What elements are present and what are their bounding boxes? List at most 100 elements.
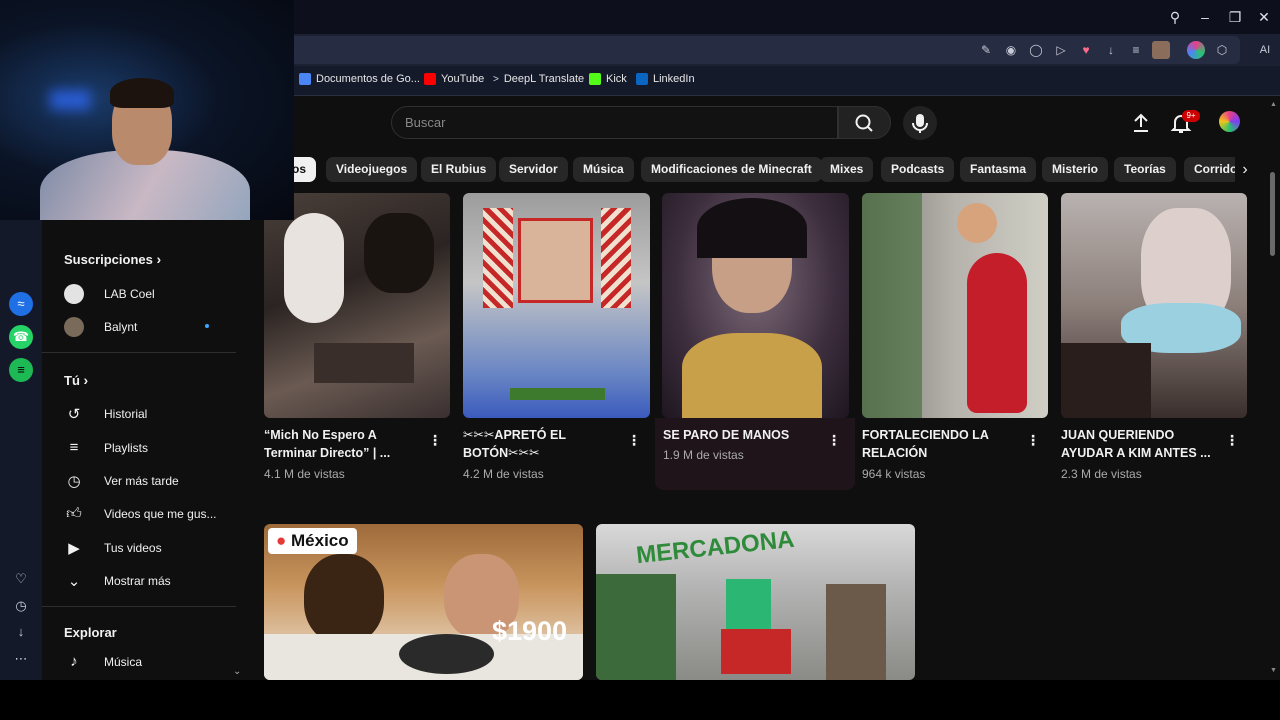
spotify-icon[interactable]: ≡ bbox=[9, 358, 33, 382]
thumbnail-figure bbox=[721, 629, 791, 674]
chip-modificaciones-minecraft[interactable]: Modificaciones de Minecraft bbox=[641, 157, 822, 182]
close-icon[interactable]: ✕ bbox=[1253, 6, 1275, 28]
more-icon[interactable]: ⋯ bbox=[11, 649, 31, 669]
webcam-person-hair bbox=[110, 78, 174, 108]
scroll-down-icon[interactable]: ⌄ bbox=[233, 666, 241, 677]
video-title[interactable]: “Mich No Espero A Terminar Directo” | ..… bbox=[264, 426, 414, 462]
video-title[interactable]: JUAN QUERIENDO AYUDAR A KIM ANTES ... bbox=[1061, 426, 1211, 462]
minimize-icon[interactable]: – bbox=[1194, 6, 1216, 28]
messenger-icon[interactable]: ≈ bbox=[9, 292, 33, 316]
scroll-up-icon[interactable]: ▲ bbox=[1270, 101, 1277, 108]
video-thumbnail[interactable] bbox=[463, 193, 650, 418]
video-thumbnail[interactable] bbox=[662, 193, 849, 418]
video-thumbnail[interactable] bbox=[1061, 193, 1247, 418]
voice-search-button[interactable] bbox=[903, 106, 937, 140]
camera-icon[interactable]: ◉ bbox=[1002, 41, 1020, 59]
download-icon[interactable]: ↓ bbox=[1102, 41, 1120, 59]
chevron-right-icon[interactable]: › bbox=[1235, 157, 1255, 182]
chip-videojuegos[interactable]: Videojuegos bbox=[326, 157, 418, 182]
video-thumbnail[interactable]: ● México $1900 bbox=[264, 524, 583, 680]
sidebar-item-watch-later[interactable]: ◷ Ver más tarde bbox=[42, 464, 242, 497]
bookmark-kick[interactable]: Kick bbox=[589, 73, 627, 85]
video-title[interactable]: SE PARO DE MANOS bbox=[663, 426, 813, 444]
webcam-overlay bbox=[0, 0, 294, 220]
chip-mixes[interactable]: Mixes bbox=[820, 157, 874, 182]
profile-avatar[interactable] bbox=[1152, 41, 1170, 59]
subscription-lab-coel[interactable]: LAB Coel bbox=[42, 277, 242, 310]
edit-icon[interactable]: ✎ bbox=[977, 41, 995, 59]
thumbnail-figure bbox=[957, 203, 997, 243]
chip-misterio[interactable]: Misterio bbox=[1042, 157, 1109, 182]
bookmark-youtube[interactable]: YouTube bbox=[424, 73, 484, 85]
webcam-light bbox=[50, 90, 90, 110]
video-thumbnail[interactable] bbox=[862, 193, 1048, 418]
bookmark-linkedin[interactable]: LinkedIn bbox=[636, 73, 695, 85]
liked-videos-icon: 👍︎ bbox=[66, 504, 82, 522]
subscriptions-heading[interactable]: Suscripciones › bbox=[64, 251, 161, 267]
chevron-right-icon: › bbox=[83, 372, 89, 388]
thumbnail-hotbar bbox=[510, 388, 605, 400]
chip-musica[interactable]: Música bbox=[573, 157, 634, 182]
chip-corridos[interactable]: Corrido bbox=[1184, 157, 1240, 182]
thumbnail-figure bbox=[1061, 343, 1151, 418]
bookmark-deepl[interactable]: > DeepL Translate bbox=[493, 73, 584, 85]
thumbnail-figure bbox=[601, 208, 631, 308]
clock-icon[interactable]: ◷ bbox=[11, 596, 31, 616]
video-title[interactable]: ✂✂✂APRETÓ EL BOTÓN✂✂✂ bbox=[463, 426, 613, 462]
sidebar-item-history[interactable]: ↺ Historial bbox=[42, 397, 242, 430]
video-thumbnail[interactable]: MERCADONA bbox=[596, 524, 915, 680]
cube-icon[interactable]: ⬡ bbox=[1213, 41, 1231, 59]
chip-servidor[interactable]: Servidor bbox=[499, 157, 568, 182]
address-bar[interactable] bbox=[294, 36, 1240, 64]
more-options-icon[interactable]: ⋮ bbox=[1225, 432, 1239, 449]
extension-icon[interactable] bbox=[1187, 41, 1205, 59]
play-icon[interactable]: ▷ bbox=[1052, 41, 1070, 59]
search-icon[interactable]: ⚲ bbox=[1164, 6, 1186, 28]
search-input[interactable]: Buscar bbox=[391, 106, 838, 139]
download-icon[interactable]: ↓ bbox=[11, 622, 31, 642]
whatsapp-icon[interactable]: ☎ bbox=[9, 325, 33, 349]
user-avatar[interactable] bbox=[1219, 111, 1240, 132]
menu-icon[interactable]: ≡ bbox=[1127, 41, 1145, 59]
channel-avatar bbox=[64, 317, 84, 337]
thumbnail-figure bbox=[314, 343, 414, 383]
thumbnail-figure bbox=[364, 213, 434, 293]
thumbnail-figure bbox=[304, 554, 384, 644]
letterbox-bottom bbox=[0, 680, 1280, 720]
docs-icon bbox=[299, 73, 311, 85]
shield-icon[interactable]: ◯ bbox=[1027, 41, 1045, 59]
chip-teorias[interactable]: Teorías bbox=[1114, 157, 1176, 182]
scroll-down-icon[interactable]: ▼ bbox=[1270, 667, 1277, 674]
more-options-icon[interactable]: ⋮ bbox=[1026, 432, 1040, 449]
deepl-icon: > bbox=[493, 73, 499, 85]
notifications-badge: 9+ bbox=[1182, 110, 1200, 122]
new-content-dot bbox=[205, 324, 209, 328]
page-scrollbar[interactable] bbox=[1270, 172, 1275, 256]
explore-heading: Explorar bbox=[64, 625, 117, 640]
video-title[interactable]: FORTALECIENDO LA RELACIÓN bbox=[862, 426, 1012, 462]
video-thumbnail[interactable] bbox=[264, 193, 450, 418]
search-button[interactable] bbox=[838, 106, 891, 139]
more-options-icon[interactable]: ⋮ bbox=[827, 432, 841, 449]
more-options-icon[interactable]: ⋮ bbox=[428, 432, 442, 449]
heart-icon[interactable]: ♥ bbox=[1077, 41, 1095, 59]
sidebar-item-music[interactable]: ♪ Música bbox=[42, 645, 242, 678]
thumbnail-figure bbox=[826, 584, 886, 680]
ai-button[interactable]: AI bbox=[1252, 41, 1278, 59]
more-options-icon[interactable]: ⋮ bbox=[627, 432, 641, 449]
heart-icon[interactable]: ♡ bbox=[11, 569, 31, 589]
sidebar-item-liked-videos[interactable]: 👍︎ Videos que me gus... bbox=[42, 497, 242, 530]
restore-icon[interactable]: ❐ bbox=[1224, 6, 1246, 28]
sidebar-item-show-more[interactable]: ⌄ Mostrar más bbox=[42, 564, 242, 597]
upload-icon[interactable] bbox=[1129, 111, 1153, 135]
bookmarks-bar: Documentos de Go... YouTube > DeepL Trans… bbox=[294, 66, 1280, 96]
bookmark-docs[interactable]: Documentos de Go... bbox=[299, 73, 420, 85]
sidebar-item-your-videos[interactable]: ▶ Tus videos bbox=[42, 531, 242, 564]
thumbnail-figure bbox=[596, 574, 676, 680]
subscription-balynt[interactable]: Balynt bbox=[42, 310, 242, 343]
chip-el-rubius[interactable]: El Rubius bbox=[421, 157, 497, 182]
you-heading[interactable]: Tú › bbox=[64, 372, 88, 388]
chip-fantasma[interactable]: Fantasma bbox=[960, 157, 1037, 182]
sidebar-item-playlists[interactable]: ≡ Playlists bbox=[42, 431, 242, 464]
chip-podcasts[interactable]: Podcasts bbox=[881, 157, 955, 182]
